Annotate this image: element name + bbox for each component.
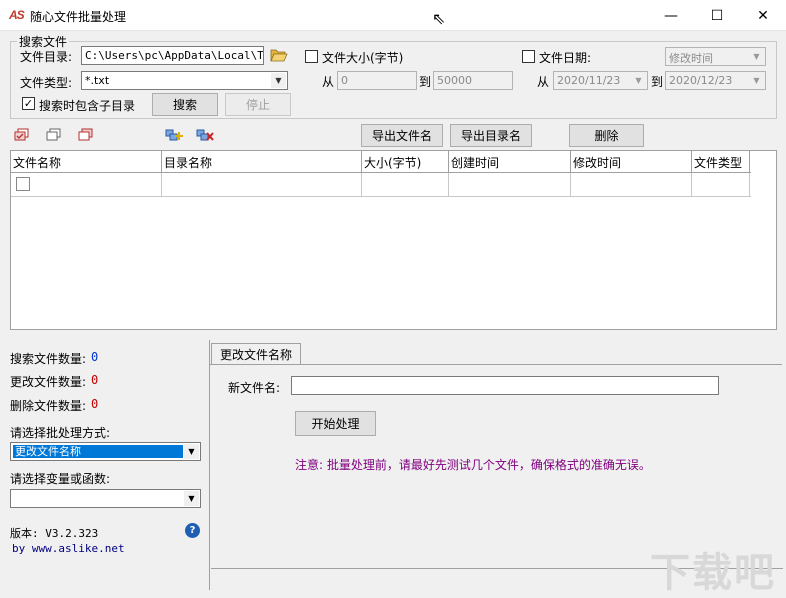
date-to-value: 2020/12/23 <box>669 74 733 87</box>
size-label: 文件大小(字节) <box>322 51 404 65</box>
select-all-icon[interactable] <box>13 127 31 143</box>
include-sub-checkbox[interactable]: ✓ <box>22 97 35 110</box>
chevron-down-icon[interactable]: ▼ <box>271 73 286 88</box>
table-cell[interactable] <box>362 173 449 197</box>
column-header-filetype[interactable]: 文件类型 <box>692 151 750 172</box>
close-button[interactable]: ✕ <box>740 0 786 31</box>
size-checkbox[interactable] <box>305 50 318 63</box>
title-bar: AS 随心文件批量处理 ⇖ — ☐ ✕ <box>0 0 786 31</box>
date-to-picker[interactable]: 2020/12/23 ▼ <box>665 71 766 90</box>
date-from-picker[interactable]: 2020/11/23 ▼ <box>553 71 648 90</box>
date-to-label: 到 <box>651 75 664 89</box>
minimize-button[interactable]: — <box>648 0 694 31</box>
search-count-label: 搜索文件数量: <box>10 352 87 366</box>
date-checkbox[interactable] <box>522 50 535 63</box>
type-label: 文件类型: <box>20 76 73 90</box>
app-logo: AS <box>9 8 25 22</box>
folder-open-icon[interactable] <box>270 46 288 64</box>
start-button[interactable]: 开始处理 <box>295 411 376 436</box>
invert-selection-icon[interactable] <box>77 127 95 143</box>
delete-count-label: 删除文件数量: <box>10 399 87 413</box>
window-title: 随心文件批量处理 <box>30 10 127 24</box>
chevron-down-icon[interactable]: ▼ <box>631 73 646 88</box>
rename-count-value: 0 <box>91 373 99 387</box>
date-type-combo[interactable]: 修改时间 ▼ <box>665 47 766 66</box>
stop-button[interactable]: 停止 <box>225 93 291 116</box>
column-header-filename[interactable]: 文件名称 <box>11 151 162 172</box>
include-sub-label: 搜索时包含子目录 <box>39 99 136 113</box>
method-combo-value: 更改文件名称 <box>13 445 183 458</box>
method-combo[interactable]: 更改文件名称 ▼ <box>10 442 201 461</box>
variable-label: 请选择变量或函数: <box>10 472 111 486</box>
remove-files-icon[interactable] <box>196 127 214 143</box>
date-from-label: 从 <box>537 75 550 89</box>
table-cell[interactable] <box>449 173 571 197</box>
date-label: 文件日期: <box>539 51 592 65</box>
table-cell[interactable] <box>162 173 362 197</box>
export-dirname-button[interactable]: 导出目录名 <box>450 124 532 147</box>
mouse-cursor-icon: ⇖ <box>432 9 446 28</box>
table-cell[interactable] <box>571 173 692 197</box>
type-combo[interactable]: *.txt ▼ <box>81 71 288 90</box>
row-checkbox[interactable] <box>16 177 30 191</box>
size-to-label: 到 <box>419 75 432 89</box>
column-header-modified[interactable]: 修改时间 <box>571 151 692 172</box>
size-to-input[interactable]: 50000 <box>433 71 513 90</box>
dir-label: 文件目录: <box>20 50 73 64</box>
maximize-button[interactable]: ☐ <box>694 0 740 31</box>
delete-button[interactable]: 删除 <box>569 124 644 147</box>
variable-combo[interactable]: ▼ <box>10 489 201 508</box>
dir-input[interactable]: C:\Users\pc\AppData\Local\Temp <box>81 46 264 65</box>
search-count-value: 0 <box>91 350 99 364</box>
size-from-label: 从 <box>322 75 335 89</box>
search-button[interactable]: 搜索 <box>152 93 218 116</box>
rename-count-label: 更改文件数量: <box>10 375 87 389</box>
chevron-down-icon[interactable]: ▼ <box>184 444 199 459</box>
watermark: 下载吧 <box>650 550 776 596</box>
chevron-down-icon[interactable]: ▼ <box>749 49 764 64</box>
export-filename-button[interactable]: 导出文件名 <box>361 124 443 147</box>
new-name-label: 新文件名: <box>228 381 281 395</box>
date-from-value: 2020/11/23 <box>557 74 621 87</box>
date-type-value: 修改时间 <box>669 52 713 65</box>
new-name-input[interactable] <box>291 376 719 395</box>
website-link[interactable]: by www.aslike.net <box>12 542 125 555</box>
column-header-dirname[interactable]: 目录名称 <box>162 151 362 172</box>
table-cell[interactable] <box>692 173 750 197</box>
warning-note: 注意: 批量处理前，请最好先测试几个文件，确保格式的准确无误。 <box>295 458 651 472</box>
table-row[interactable] <box>11 173 751 197</box>
delete-count-value: 0 <box>91 397 99 411</box>
table-cell[interactable] <box>11 173 162 197</box>
column-header-size[interactable]: 大小(字节) <box>362 151 449 172</box>
column-header-created[interactable]: 创建时间 <box>449 151 571 172</box>
help-icon[interactable]: ? <box>185 523 200 538</box>
select-none-icon[interactable] <box>45 127 63 143</box>
tab-rename[interactable]: 更改文件名称 <box>211 343 302 364</box>
method-label: 请选择批处理方式: <box>10 426 111 440</box>
table-header: 文件名称 目录名称 大小(字节) 创建时间 修改时间 文件类型 <box>11 151 751 173</box>
type-combo-value: *.txt <box>85 74 110 87</box>
chevron-down-icon[interactable]: ▼ <box>749 73 764 88</box>
version-text: 版本: V3.2.323 <box>10 527 99 540</box>
size-from-input[interactable]: 0 <box>337 71 417 90</box>
add-files-icon[interactable] <box>165 127 183 143</box>
file-table[interactable]: 文件名称 目录名称 大小(字节) 创建时间 修改时间 文件类型 <box>10 150 777 330</box>
chevron-down-icon[interactable]: ▼ <box>184 491 199 506</box>
